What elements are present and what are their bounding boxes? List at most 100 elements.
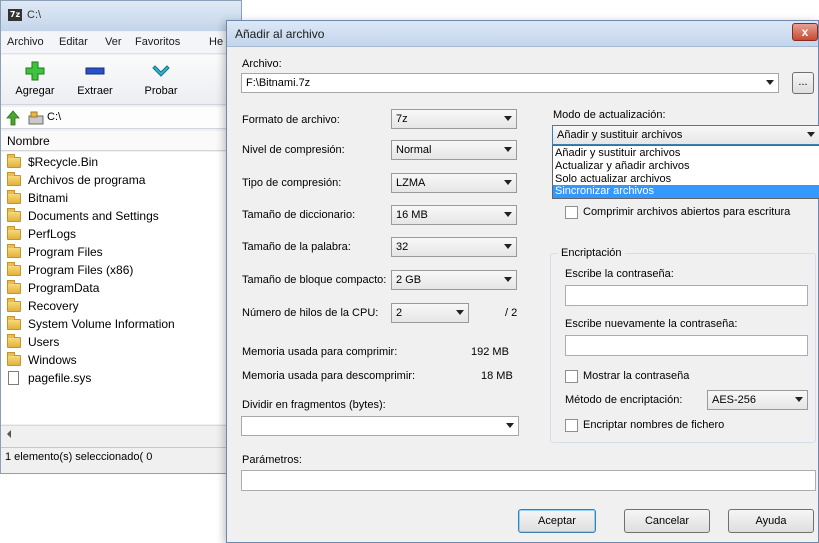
parameters-input[interactable]: [241, 470, 816, 491]
chevron-down-icon: [807, 132, 815, 137]
minus-icon: [85, 67, 105, 75]
update-mode-option-selected[interactable]: Sincronizar archivos: [553, 185, 819, 198]
folder-icon: [7, 208, 21, 222]
file-manager-titlebar[interactable]: 7z C:\: [1, 1, 241, 31]
show-password-label: Mostrar la contraseña: [583, 370, 690, 382]
mem-decompress-label: Memoria usada para descomprimir:: [242, 370, 416, 382]
archive-path-combo[interactable]: F:\Bitnami.7z: [241, 73, 779, 93]
word-size-label: Tamaño de la palabra:: [242, 241, 351, 253]
encryption-method-label: Método de encriptación:: [565, 394, 683, 406]
folder-icon: [7, 190, 21, 204]
column-header-name[interactable]: Nombre: [1, 131, 241, 151]
toolbar: Agregar Extraer Probar: [1, 55, 241, 105]
file-icon: [8, 371, 19, 385]
address-path: C:\: [47, 111, 62, 123]
menu-editar[interactable]: Editar: [59, 36, 88, 48]
close-button[interactable]: x: [792, 23, 818, 41]
horizontal-scrollbar[interactable]: [1, 425, 241, 441]
add-button-label: Agregar: [15, 85, 55, 97]
chevron-down-icon[interactable]: [766, 80, 774, 85]
word-size-value: 32: [396, 241, 409, 253]
password-repeat-label: Escribe nuevamente la contraseña:: [565, 318, 738, 330]
file-list[interactable]: $Recycle.Bin Archivos de programa Bitnam…: [1, 152, 241, 424]
chevron-down-icon: [506, 423, 514, 428]
list-item-label: Program Files (x86): [28, 263, 134, 277]
encrypt-names-checkbox[interactable]: [565, 419, 578, 432]
list-item-label: Program Files: [28, 245, 103, 259]
word-size-combo[interactable]: 32: [391, 237, 517, 257]
update-mode-option[interactable]: Actualizar y añadir archivos: [553, 160, 819, 173]
extract-button[interactable]: Extraer: [65, 59, 125, 101]
chevron-down-icon: [456, 310, 464, 315]
chevron-down-icon: [504, 147, 512, 152]
menu-ver[interactable]: Ver: [105, 36, 122, 48]
threads-combo[interactable]: 2: [391, 303, 469, 323]
plus-icon: [25, 61, 45, 81]
level-value: Normal: [396, 144, 432, 156]
folder-icon: [7, 352, 21, 366]
solid-block-combo[interactable]: 2 GB: [391, 270, 517, 290]
show-password-checkbox[interactable]: [565, 370, 578, 383]
menu-favoritos[interactable]: Favoritos: [135, 36, 180, 48]
file-manager-window: 7z C:\ Archivo Editar Ver Favoritos He A…: [0, 0, 242, 474]
update-mode-combo[interactable]: Añadir y sustituir archivos: [552, 125, 819, 145]
format-label: Formato de archivo:: [242, 114, 340, 126]
chevron-down-icon: [504, 212, 512, 217]
list-item-label: Users: [28, 335, 60, 349]
update-mode-label: Modo de actualización:: [553, 109, 666, 121]
threads-total: / 2: [505, 307, 518, 319]
drive-icon: [28, 111, 44, 125]
list-item-label: Recovery: [28, 299, 79, 313]
folder-icon: [7, 244, 21, 258]
method-value: LZMA: [396, 177, 426, 189]
method-combo[interactable]: LZMA: [391, 173, 517, 193]
compress-shared-checkbox[interactable]: [565, 206, 578, 219]
format-combo[interactable]: 7z: [391, 109, 517, 129]
encryption-method-combo[interactable]: AES-256: [707, 390, 808, 410]
update-mode-value: Añadir y sustituir archivos: [557, 129, 683, 141]
password-label: Escribe la contraseña:: [565, 268, 674, 280]
password-input[interactable]: [565, 285, 808, 306]
method-label: Tipo de compresión:: [242, 177, 342, 189]
address-bar[interactable]: C:\: [1, 107, 241, 129]
list-item-label: Bitnami: [28, 191, 69, 205]
archive-label: Archivo:: [242, 58, 282, 70]
encrypt-names-label: Encriptar nombres de fichero: [583, 419, 725, 431]
chevron-down-icon: [795, 397, 803, 402]
threads-value: 2: [396, 307, 403, 319]
password-repeat-input[interactable]: [565, 335, 808, 356]
scroll-left-icon[interactable]: [5, 430, 13, 438]
up-folder-icon[interactable]: [5, 110, 21, 126]
add-button[interactable]: Agregar: [5, 59, 65, 101]
browse-button[interactable]: ...: [792, 72, 814, 94]
folder-icon: [7, 172, 21, 186]
dialog-titlebar[interactable]: Añadir al archivo: [227, 21, 818, 47]
dictionary-label: Tamaño de diccionario:: [242, 209, 356, 221]
update-mode-option[interactable]: Añadir y sustituir archivos: [553, 147, 819, 160]
menu-help[interactable]: He: [209, 36, 223, 48]
parameters-label: Parámetros:: [242, 454, 302, 466]
level-combo[interactable]: Normal: [391, 140, 517, 160]
close-icon: x: [801, 25, 809, 39]
folder-icon: [7, 298, 21, 312]
cancel-button[interactable]: Cancelar: [624, 509, 710, 533]
split-combo[interactable]: [241, 416, 519, 436]
list-item-label: ProgramData: [28, 281, 100, 295]
test-button[interactable]: Probar: [131, 59, 191, 101]
file-manager-title: C:\: [27, 9, 42, 21]
list-item-label: Documents and Settings: [28, 209, 159, 223]
chevron-down-icon: [504, 277, 512, 282]
dictionary-combo[interactable]: 16 MB: [391, 205, 517, 225]
folder-icon: [7, 316, 21, 330]
chevron-down-icon: [504, 180, 512, 185]
mem-decompress-value: 18 MB: [481, 370, 513, 382]
ok-button[interactable]: Aceptar: [518, 509, 596, 533]
encryption-method-value: AES-256: [712, 394, 757, 406]
help-button[interactable]: Ayuda: [728, 509, 814, 533]
menu-archivo[interactable]: Archivo: [7, 36, 44, 48]
dictionary-value: 16 MB: [396, 209, 428, 221]
list-item-label: Archivos de programa: [28, 173, 146, 187]
update-mode-dropdown[interactable]: Añadir y sustituir archivos Actualizar y…: [552, 145, 819, 199]
encryption-group-label: Encriptación: [558, 247, 625, 259]
solid-block-label: Tamaño de bloque compacto:: [242, 274, 387, 286]
